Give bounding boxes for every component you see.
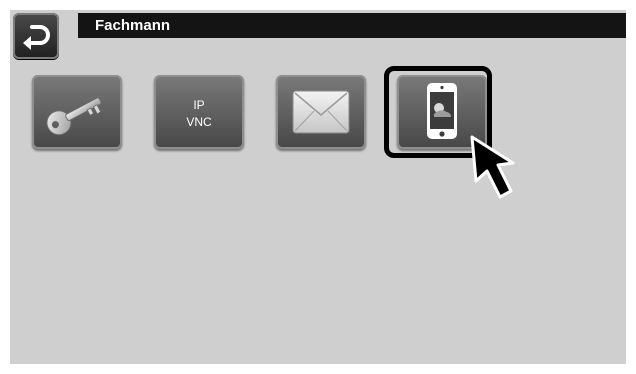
password-tile[interactable]	[32, 75, 122, 149]
vnc-label: VNC	[186, 115, 212, 129]
email-tile[interactable]	[276, 75, 366, 149]
display-screen	[10, 10, 626, 364]
title-bar: Fachmann	[78, 13, 626, 38]
ip-label: IP	[193, 98, 205, 112]
key-icon	[46, 97, 102, 136]
smartphone-icon	[427, 83, 457, 139]
envelope-icon	[292, 90, 350, 134]
page-title: Fachmann	[95, 17, 171, 34]
ip-vnc-tile[interactable]: IP VNC	[154, 75, 244, 149]
back-arrow-icon	[23, 25, 50, 50]
back-button[interactable]	[13, 13, 59, 59]
app-tile[interactable]	[397, 75, 487, 149]
